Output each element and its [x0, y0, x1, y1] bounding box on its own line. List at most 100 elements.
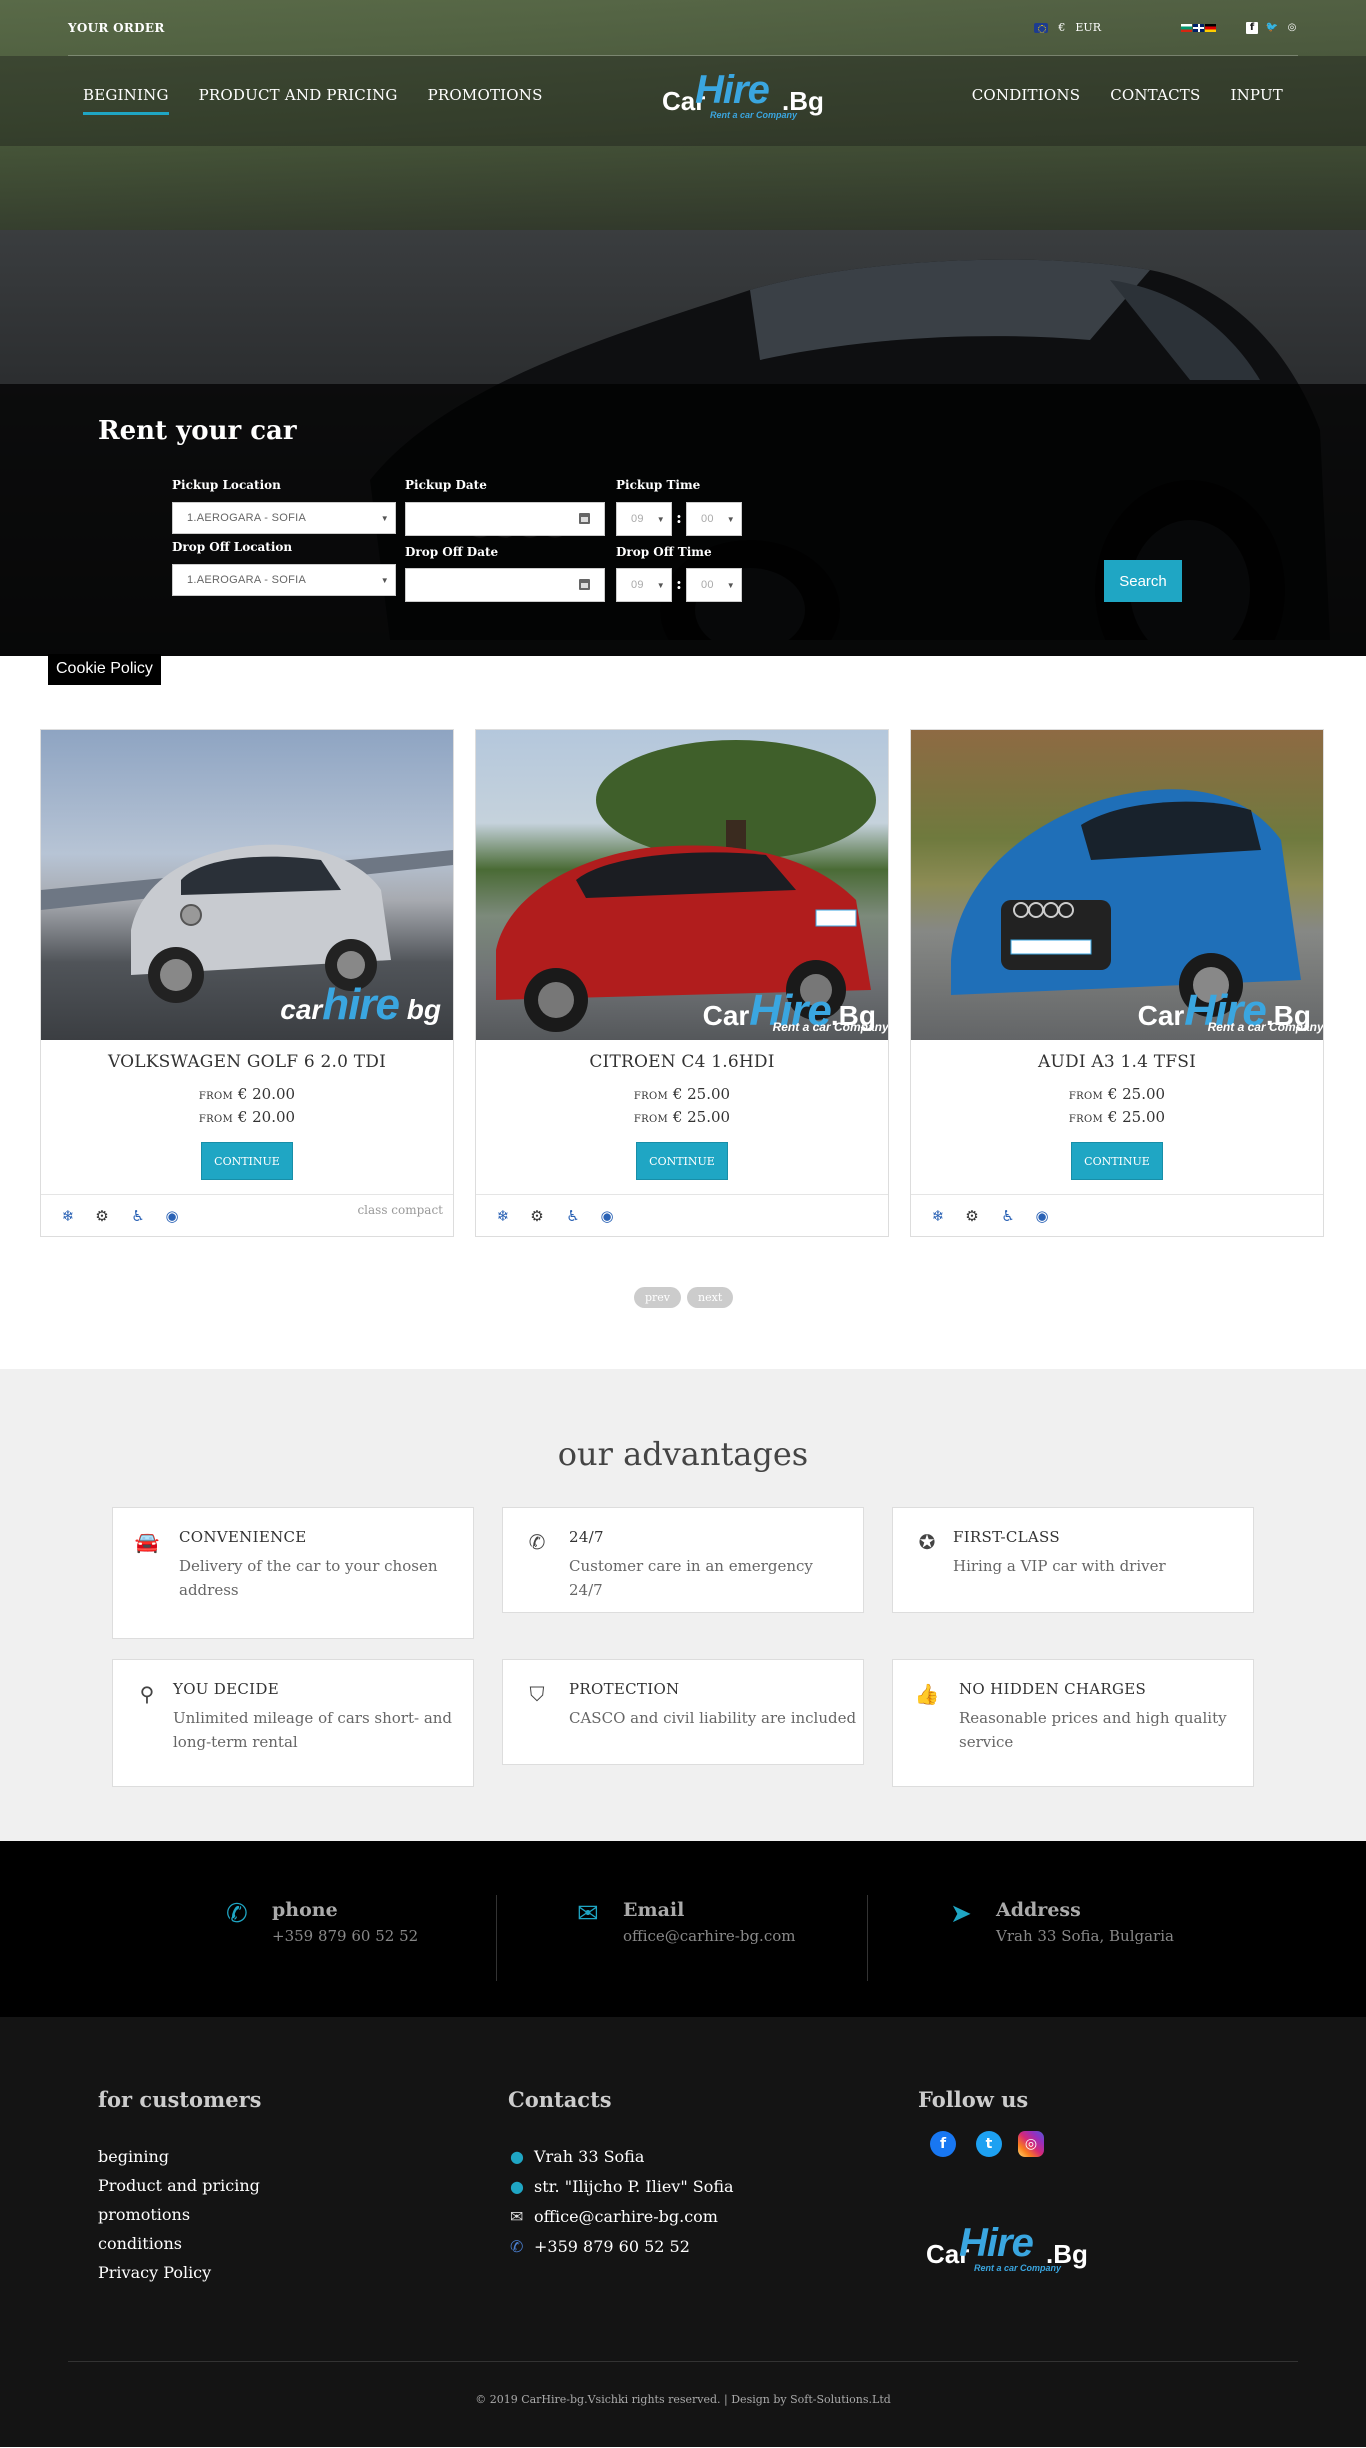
- main-navigation: BEGINING PRODUCT AND PRICING PROMOTIONS …: [0, 56, 1366, 146]
- watermark-tagline: Rent a car Company: [772, 1020, 888, 1034]
- footer-logo[interactable]: Car Hire .Bg Rent a car Company: [924, 2221, 1104, 2273]
- advantage-title: CONVENIENCE: [179, 1528, 307, 1546]
- footer-link-conditions[interactable]: conditions: [98, 2234, 182, 2253]
- advantage-card: ✆ 24/7 Customer care in an emergency 24/…: [502, 1507, 864, 1613]
- nav-contacts[interactable]: CONTACTS: [1110, 86, 1200, 112]
- bulgarian-flag-icon[interactable]: [1181, 23, 1192, 32]
- twitter-icon[interactable]: 🐦: [1266, 22, 1278, 34]
- car-icon: 🚘: [134, 1530, 160, 1554]
- footer-link-promotions[interactable]: promotions: [98, 2205, 190, 2224]
- price-value: € 25.00: [1107, 1085, 1166, 1103]
- pickup-location-select[interactable]: 1.AEROGARA - SOFIA: [172, 502, 396, 534]
- continue-button[interactable]: CONTINUE: [636, 1142, 728, 1180]
- language-switcher: [1181, 23, 1216, 32]
- calendar-icon[interactable]: [579, 513, 590, 524]
- german-flag-icon[interactable]: [1205, 23, 1216, 32]
- calendar-icon[interactable]: [579, 579, 590, 590]
- english-flag-icon[interactable]: [1193, 23, 1204, 32]
- audi-watermark: CarHire.Bg Rent a car Company: [1137, 986, 1323, 1036]
- continue-button[interactable]: CONTINUE: [201, 1142, 293, 1180]
- citroen-watermark: CarHire.Bg Rent a car Company: [702, 986, 888, 1036]
- next-button[interactable]: next: [687, 1287, 734, 1308]
- prev-button[interactable]: prev: [634, 1287, 682, 1308]
- price-value: € 25.00: [1107, 1108, 1166, 1126]
- car-name[interactable]: VOLKSWAGEN GOLF 6 2.0 TDI: [41, 1052, 453, 1072]
- time-separator: :: [676, 574, 682, 593]
- instagram-icon[interactable]: ◎: [1286, 22, 1298, 34]
- eu-flag-icon[interactable]: [1034, 22, 1049, 33]
- watermark-car: Car: [702, 1000, 750, 1031]
- steering-wheel-icon: ◉: [165, 1207, 179, 1225]
- advantage-card: ⛉ PROTECTION CASCO and civil liability a…: [502, 1659, 864, 1765]
- watermark-car: car: [280, 994, 323, 1025]
- footer-link-begining[interactable]: begining: [98, 2147, 169, 2166]
- site-logo[interactable]: Car Hire .Bg Rent a car Company: [660, 68, 840, 120]
- price-block: FROM € 20.00 FROM € 20.00: [41, 1084, 453, 1130]
- strip-phone-value[interactable]: +359 879 60 52 52: [272, 1927, 418, 1945]
- footer-link-privacy-policy[interactable]: Privacy Policy: [98, 2263, 211, 2282]
- footer-divider: [68, 2361, 1298, 2362]
- nav-promotions[interactable]: PROMOTIONS: [428, 86, 543, 115]
- nav-begining[interactable]: BEGINING: [83, 86, 169, 115]
- nav-left: BEGINING PRODUCT AND PRICING PROMOTIONS: [83, 86, 543, 115]
- facebook-icon[interactable]: f: [1246, 21, 1258, 34]
- nav-conditions[interactable]: CONDITIONS: [972, 86, 1080, 112]
- car-image-golf[interactable]: carhire bg: [41, 730, 453, 1040]
- divider: [496, 1895, 497, 1981]
- currency-symbol[interactable]: €: [1058, 21, 1065, 34]
- copyright: © 2019 CarHire-bg.Vsichki rights reserve…: [475, 2393, 891, 2406]
- advantage-title: NO HIDDEN CHARGES: [959, 1680, 1147, 1698]
- nav-input[interactable]: INPUT: [1230, 86, 1283, 112]
- pickup-minute-select[interactable]: 00: [686, 502, 742, 536]
- dropoff-minute-select[interactable]: 00: [686, 568, 742, 602]
- watermark-bg: bg: [399, 994, 441, 1025]
- price-block: FROM € 25.00 FROM € 25.00: [476, 1084, 888, 1130]
- contact-strip: ✆ phone +359 879 60 52 52 ✉ Email office…: [0, 1841, 1366, 2017]
- advantage-card: 👍 NO HIDDEN CHARGES Reasonable prices an…: [892, 1659, 1254, 1787]
- advantage-card: ✪ FIRST-CLASS Hiring a VIP car with driv…: [892, 1507, 1254, 1613]
- strip-email-value[interactable]: office@carhire-bg.com: [623, 1927, 795, 1945]
- price-from-label: FROM: [198, 1114, 234, 1125]
- continue-button[interactable]: CONTINUE: [1071, 1142, 1163, 1180]
- nav-product-and-pricing[interactable]: PRODUCT AND PRICING: [199, 86, 398, 115]
- phone-icon: ✆: [528, 1530, 546, 1554]
- car-image-audi[interactable]: CarHire.Bg Rent a car Company: [911, 730, 1323, 1040]
- pickup-date-input[interactable]: [405, 502, 605, 536]
- footer-contact-text[interactable]: +359 879 60 52 52: [534, 2237, 690, 2256]
- phone-icon: ✆: [510, 2237, 524, 2256]
- car-card: carhire bg VOLKSWAGEN GOLF 6 2.0 TDI FRO…: [40, 729, 454, 1237]
- facebook-icon[interactable]: f: [930, 2131, 956, 2157]
- twitter-icon[interactable]: t: [976, 2131, 1002, 2157]
- pickup-hour-select[interactable]: 09: [616, 502, 672, 536]
- instagram-icon[interactable]: ◎: [1018, 2131, 1044, 2157]
- dropoff-hour-select[interactable]: 09: [616, 568, 672, 602]
- car-name[interactable]: CITROEN C4 1.6HDI: [476, 1052, 888, 1072]
- cookie-policy-button[interactable]: Cookie Policy: [48, 654, 161, 685]
- watermark-car: Car: [1137, 1000, 1185, 1031]
- currency-code[interactable]: EUR: [1075, 21, 1101, 34]
- advantage-text: Hiring a VIP car with driver: [953, 1557, 1166, 1575]
- advantage-text: Customer care in an emergency 24/7: [569, 1557, 813, 1599]
- price-from-label: FROM: [1068, 1091, 1104, 1102]
- footer-contact-line: ✉ office@carhire-bg.com: [510, 2207, 718, 2226]
- dropoff-location-select[interactable]: 1.AEROGARA - SOFIA: [172, 564, 396, 596]
- price-value: € 25.00: [672, 1108, 731, 1126]
- map-pin-icon: ●: [510, 2147, 524, 2166]
- advantages-title: our advantages: [557, 1435, 809, 1473]
- footer-link-product-and-pricing[interactable]: Product and pricing: [98, 2176, 260, 2195]
- car-card: CarHire.Bg Rent a car Company AUDI A3 1.…: [910, 729, 1324, 1237]
- pickup-date-label: Pickup Date: [405, 478, 487, 492]
- your-order-link[interactable]: YOUR ORDER: [68, 21, 165, 35]
- car-name[interactable]: AUDI A3 1.4 TFSI: [911, 1052, 1323, 1072]
- search-button[interactable]: Search: [1104, 560, 1182, 602]
- strip-phone-title: phone: [272, 1899, 338, 1921]
- booking-form: Rent your car Pickup Location 1.AEROGARA…: [0, 384, 1366, 656]
- car-image-citroen[interactable]: CarHire.Bg Rent a car Company: [476, 730, 888, 1040]
- footer-contact-line: ✆ +359 879 60 52 52: [510, 2237, 690, 2256]
- golf-watermark: carhire bg: [280, 980, 441, 1030]
- advantage-card: ⚲ YOU DECIDE Unlimited mileage of cars s…: [112, 1659, 474, 1787]
- thumbs-up-icon: 👍: [914, 1682, 940, 1706]
- footer-contact-text[interactable]: office@carhire-bg.com: [534, 2207, 718, 2226]
- dropoff-date-input[interactable]: [405, 568, 605, 602]
- price-value: € 20.00: [237, 1085, 296, 1103]
